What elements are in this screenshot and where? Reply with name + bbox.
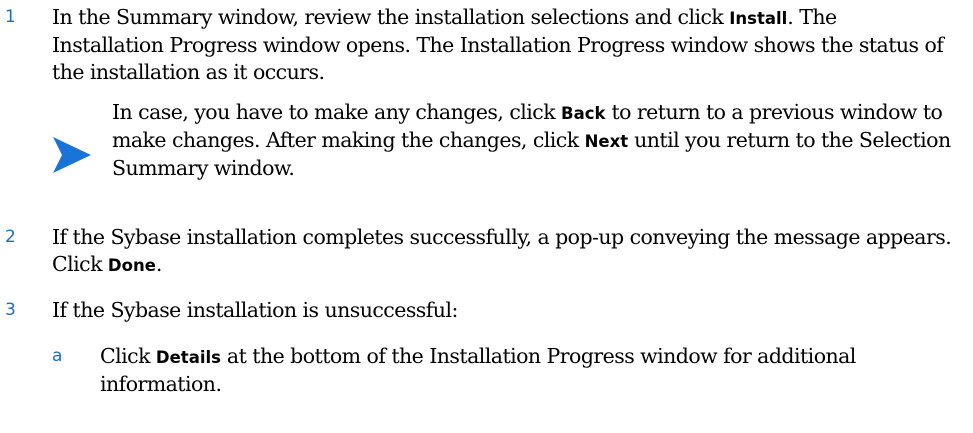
substep-letter: a — [52, 346, 63, 366]
next-button-reference: Next — [584, 132, 629, 151]
step-number: 1 — [5, 7, 16, 27]
install-button-reference: Install — [729, 9, 788, 28]
document-page: 1 In the Summary window, review the inst… — [0, 0, 973, 433]
done-button-reference: Done — [107, 256, 156, 275]
step-number: 3 — [5, 300, 16, 320]
substep-text: Click Details at the bottom of the Insta… — [100, 344, 856, 396]
step-text: In the Summary window, review the instal… — [52, 5, 944, 84]
step-text: If the Sybase installation is unsuccessf… — [52, 298, 458, 322]
step-number: 2 — [5, 227, 16, 247]
note-text: In case, you have to make any changes, c… — [112, 100, 951, 180]
arrow-note-icon — [53, 137, 91, 173]
back-button-reference: Back — [561, 104, 606, 123]
step-text: If the Sybase installation completes suc… — [52, 225, 952, 276]
details-button-reference: Details — [155, 348, 221, 367]
